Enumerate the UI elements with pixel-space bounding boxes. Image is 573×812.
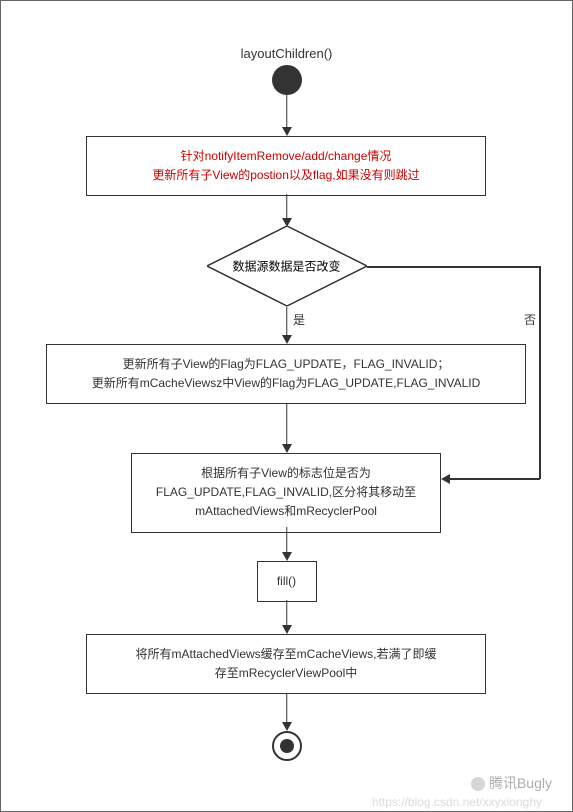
process-text: FLAG_UPDATE,FLAG_INVALID,区分将其移动至 [146,483,426,502]
arrow-head-icon [282,625,292,634]
wechat-icon [471,777,485,791]
start-node [272,65,302,95]
edge-label-no: 否 [524,311,536,328]
edge-line [286,95,288,129]
process-notify-update: 针对notifyItemRemove/add/change情况 更新所有子Vie… [86,136,486,196]
edge-line [286,600,288,628]
edge-line [286,306,288,338]
edge-line [286,527,288,555]
process-update-flags: 更新所有子View的Flag为FLAG_UPDATE，FLAG_INVALID；… [46,344,526,404]
process-text: 更新所有子View的Flag为FLAG_UPDATE，FLAG_INVALID； [61,355,511,374]
process-text: fill() [277,574,296,588]
process-text: 针对notifyItemRemove/add/change情况 [101,147,471,166]
process-text: 根据所有子View的标志位是否为 [146,464,426,483]
edge-line [286,693,288,725]
edge-line [367,266,540,268]
edge-line [539,266,541,479]
process-move-views: 根据所有子View的标志位是否为 FLAG_UPDATE,FLAG_INVALI… [131,453,441,533]
arrow-head-icon [282,722,292,731]
end-node [272,731,302,761]
edge-line [286,404,288,447]
watermark-url: https://blog.csdn.net/xxyxionghy [372,795,542,809]
edge-label-yes: 是 [293,311,305,328]
flowchart-container: layoutChildren() 针对notifyItemRemove/add/… [0,0,573,812]
decision-text: 数据源数据是否改变 [232,258,340,275]
arrow-head-icon [282,127,292,136]
edge-line [286,194,288,220]
process-text: 将所有mAttachedViews缓存至mCacheViews,若满了即缓 [101,645,471,664]
process-text: 更新所有mCacheViewsz中View的Flag为FLAG_UPDATE,F… [61,374,511,393]
arrow-head-icon [441,474,450,484]
decision-data-changed: 数据源数据是否改变 [207,226,367,306]
edge-line [450,478,540,480]
arrow-head-icon [282,335,292,344]
flowchart-title: layoutChildren() [241,46,333,61]
process-cache-views: 将所有mAttachedViews缓存至mCacheViews,若满了即缓 存至… [86,634,486,694]
process-text: 存至mRecyclerViewPool中 [101,664,471,683]
process-fill: fill() [257,561,317,602]
process-text: mAttachedViews和mRecyclerPool [146,502,426,521]
arrow-head-icon [282,552,292,561]
watermark-brand: 腾讯Bugly [471,773,552,793]
arrow-head-icon [282,444,292,453]
process-text: 更新所有子View的postion以及flag,如果没有则跳过 [101,166,471,185]
